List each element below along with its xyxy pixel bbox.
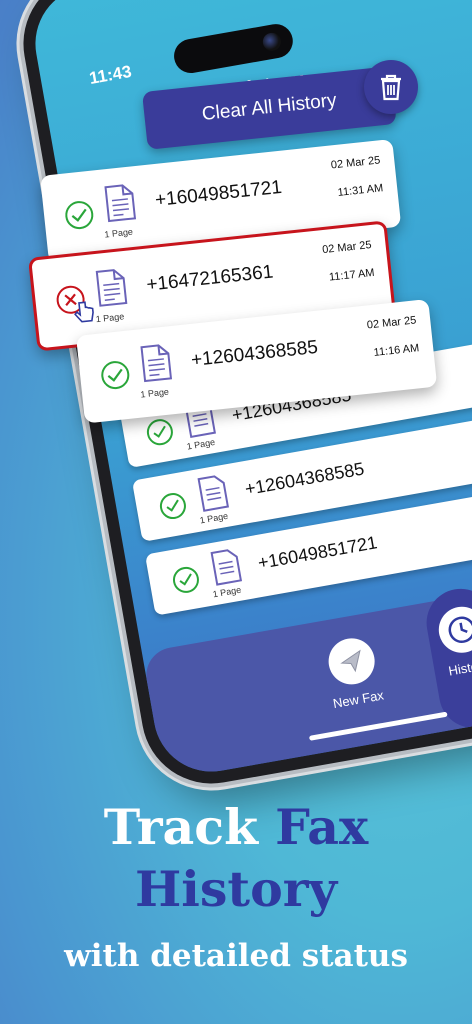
fax-date: 02 Mar 25 (321, 239, 373, 257)
nav-new-fax-circle (324, 634, 379, 689)
fax-number: +16049851721 (256, 532, 379, 573)
fax-time: 11:31 AM (337, 182, 384, 199)
check-icon (65, 201, 94, 230)
fax-number: +12604368585 (190, 336, 319, 372)
fax-number: +16049851721 (154, 176, 283, 212)
fax-number: +16472165361 (145, 261, 275, 296)
page-count: 1 Page (199, 510, 229, 526)
trash-icon (381, 74, 401, 101)
nav-new-fax-label: New Fax (331, 687, 385, 712)
headline-track: Track (103, 798, 259, 856)
fax-time: 11:17 AM (328, 266, 376, 284)
document-icon (210, 549, 243, 586)
page-count: 1 Page (185, 436, 216, 452)
home-indicator (308, 711, 448, 741)
trash-button[interactable] (364, 60, 418, 114)
page-count: 1 Page (95, 311, 125, 325)
document-icon (140, 344, 173, 383)
check-icon (146, 419, 173, 446)
fax-number: +12604368585 (243, 458, 366, 500)
fax-time: 11:16 AM (373, 342, 420, 359)
page-count: 1 Page (103, 226, 134, 240)
clock-icon (448, 616, 472, 644)
nav-history-circle (435, 603, 472, 657)
paper-plane-icon (340, 649, 361, 673)
headline-line-1: Track Fax (0, 796, 472, 858)
document-icon (95, 269, 128, 307)
page-count: 1 Page (212, 584, 242, 600)
headline: Track Fax History (0, 796, 472, 920)
camera-icon (261, 31, 283, 53)
dynamic-island (171, 21, 296, 76)
pointer-hand-icon (74, 301, 94, 323)
fax-date: 02 Mar 25 (330, 154, 381, 172)
headline-history: History (134, 860, 338, 918)
document-icon (104, 184, 137, 223)
check-icon (101, 361, 130, 390)
nav-history[interactable]: History (418, 600, 472, 682)
page-count: 1 Page (139, 386, 170, 400)
check-icon (172, 566, 199, 593)
nav-new-fax[interactable]: New Fax (308, 632, 399, 714)
check-icon (159, 493, 186, 520)
headline-fax: Fax (275, 798, 369, 856)
status-time: 11:43 (87, 61, 133, 88)
document-icon (197, 475, 230, 512)
headline-subtitle: with detailed status (64, 938, 408, 974)
fax-date: 02 Mar 25 (366, 314, 417, 332)
nav-history-label: History (447, 656, 472, 679)
